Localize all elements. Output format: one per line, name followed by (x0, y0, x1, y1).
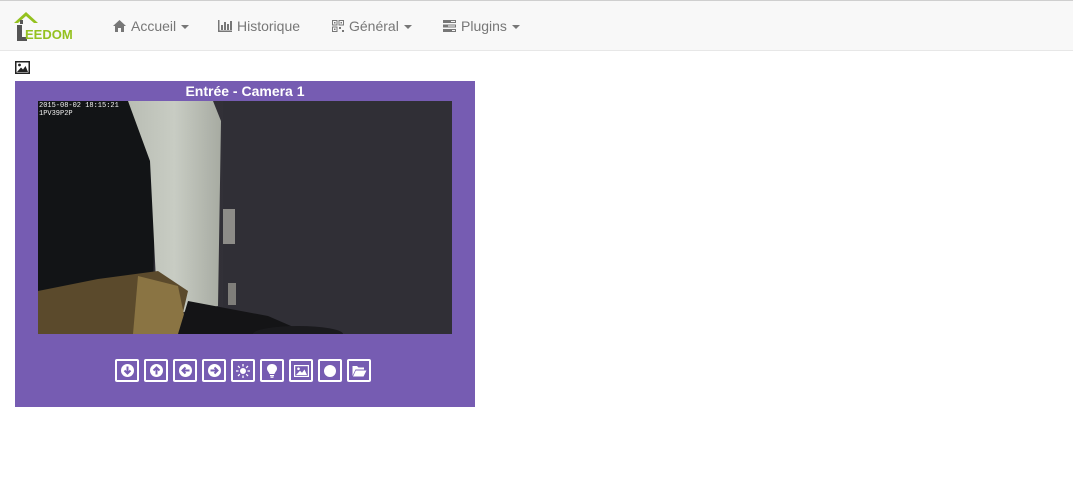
folder-button[interactable] (347, 359, 371, 382)
folder-open-icon (352, 365, 366, 376)
brightness-button[interactable] (231, 359, 255, 382)
nav-plugins-label: Plugins (461, 18, 507, 34)
camera-feed[interactable]: 2015-08-02 18:15:21 1PV39P2P (38, 101, 452, 334)
brand-name: EEDOM (25, 27, 73, 42)
arrow-left-button[interactable] (173, 359, 197, 382)
chevron-down-icon (181, 25, 190, 30)
light-button[interactable] (260, 359, 284, 382)
nav-historique[interactable]: Historique (218, 1, 300, 51)
arrow-up-button[interactable] (144, 359, 168, 382)
camera-widget: Entrée - Camera 1 2015-08-02 18:15:21 1P… (15, 81, 475, 407)
sun-icon (236, 363, 250, 378)
camera-image (38, 101, 452, 334)
nav-accueil[interactable]: Accueil (113, 1, 190, 51)
arrow-right-icon (207, 364, 221, 377)
chevron-down-icon (511, 25, 520, 30)
nav-historique-label: Historique (237, 18, 301, 34)
nav-general-label: Général (349, 18, 399, 34)
snapshot-button[interactable] (289, 359, 313, 382)
record-button[interactable] (318, 359, 342, 382)
brand-logo[interactable]: EEDOM (13, 10, 87, 44)
chevron-down-icon (403, 25, 412, 30)
qrcode-icon (332, 20, 344, 32)
nav-accueil-label: Accueil (131, 18, 177, 34)
arrow-down-button[interactable] (115, 359, 139, 382)
camera-timestamp: 2015-08-02 18:15:21 (39, 102, 119, 110)
bar-chart-icon (218, 20, 232, 32)
record-circle-icon (324, 364, 336, 377)
arrow-right-button[interactable] (202, 359, 226, 382)
arrow-left-icon (178, 364, 192, 377)
nav-general[interactable]: Général (332, 1, 412, 51)
nav-plugins[interactable]: Plugins (443, 1, 520, 51)
home-icon (113, 20, 126, 32)
picture-icon (293, 364, 309, 377)
lightbulb-icon (267, 363, 277, 378)
arrow-up-icon (149, 364, 163, 377)
widget-title: Entrée - Camera 1 (185, 83, 305, 99)
tasks-icon (443, 20, 456, 32)
picture-icon[interactable] (15, 61, 30, 74)
camera-id: 1PV39P2P (39, 110, 73, 118)
top-navbar: EEDOM Accueil Historique Général Plugins (0, 0, 1073, 51)
arrow-down-icon (120, 364, 134, 377)
